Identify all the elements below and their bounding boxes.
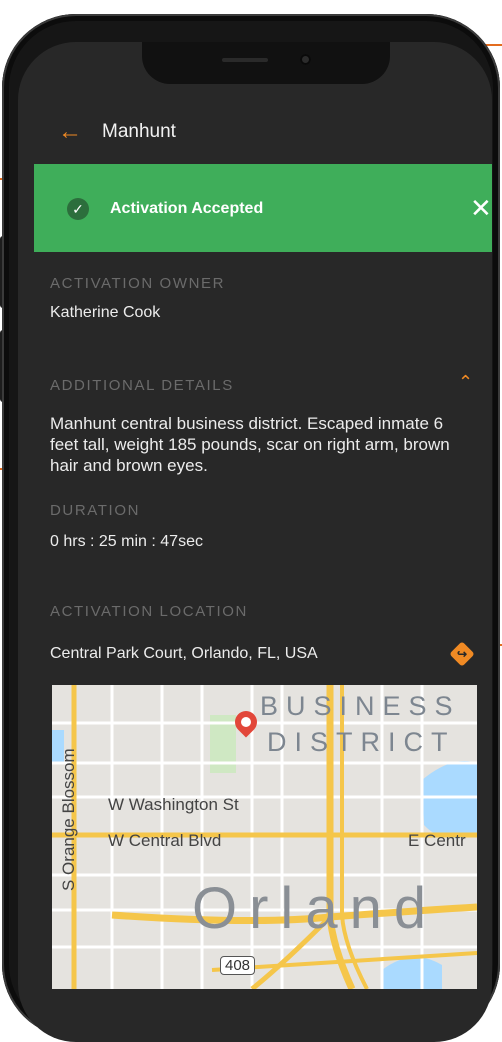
status-banner: ✓ Activation Accepted ✕ bbox=[34, 164, 492, 252]
banner-text: Activation Accepted bbox=[110, 200, 264, 217]
details-label: ADDITIONAL DETAILS bbox=[50, 377, 234, 394]
chevron-up-icon[interactable]: ⌃ bbox=[458, 372, 473, 393]
map-label-street: W Washington St bbox=[108, 795, 239, 814]
map-label-street-vertical: S Orange Blossom bbox=[59, 748, 78, 891]
speaker bbox=[222, 58, 268, 62]
page-title: Manhunt bbox=[102, 121, 176, 142]
map-label-street: E Centr bbox=[408, 831, 466, 850]
directions-icon[interactable]: ↪ bbox=[449, 641, 475, 667]
details-text: Manhunt central business district. Escap… bbox=[50, 414, 450, 475]
arrow-left-icon[interactable]: ← bbox=[58, 120, 82, 144]
notch bbox=[142, 42, 390, 84]
check-circle-icon: ✓ bbox=[67, 198, 89, 220]
close-icon[interactable]: ✕ bbox=[470, 193, 492, 223]
phone-screen: ← Manhunt ✓ Activation Accepted ✕ ACTIVA… bbox=[18, 42, 492, 1042]
map-label-district: BUSINESS bbox=[260, 691, 461, 721]
owner-label: ACTIVATION OWNER bbox=[50, 275, 226, 292]
map-label-city: Orland bbox=[192, 876, 439, 941]
location-address: Central Park Court, Orlando, FL, USA bbox=[50, 645, 318, 662]
map-label-street: W Central Blvd bbox=[108, 831, 222, 850]
route-shield: 408 bbox=[220, 956, 256, 975]
owner-value: Katherine Cook bbox=[50, 304, 161, 321]
map-label-district: DISTRICT bbox=[267, 727, 456, 757]
location-label: ACTIVATION LOCATION bbox=[50, 603, 248, 620]
duration-label: DURATION bbox=[50, 502, 141, 519]
camera-icon bbox=[300, 54, 311, 65]
phone-frame: ← Manhunt ✓ Activation Accepted ✕ ACTIVA… bbox=[2, 14, 500, 1042]
location-map[interactable]: BUSINESS DISTRICT W Washington St W Cent… bbox=[52, 685, 477, 989]
top-bar: ← Manhunt bbox=[18, 110, 492, 156]
duration-value: 0 hrs : 25 min : 47sec bbox=[50, 533, 203, 550]
